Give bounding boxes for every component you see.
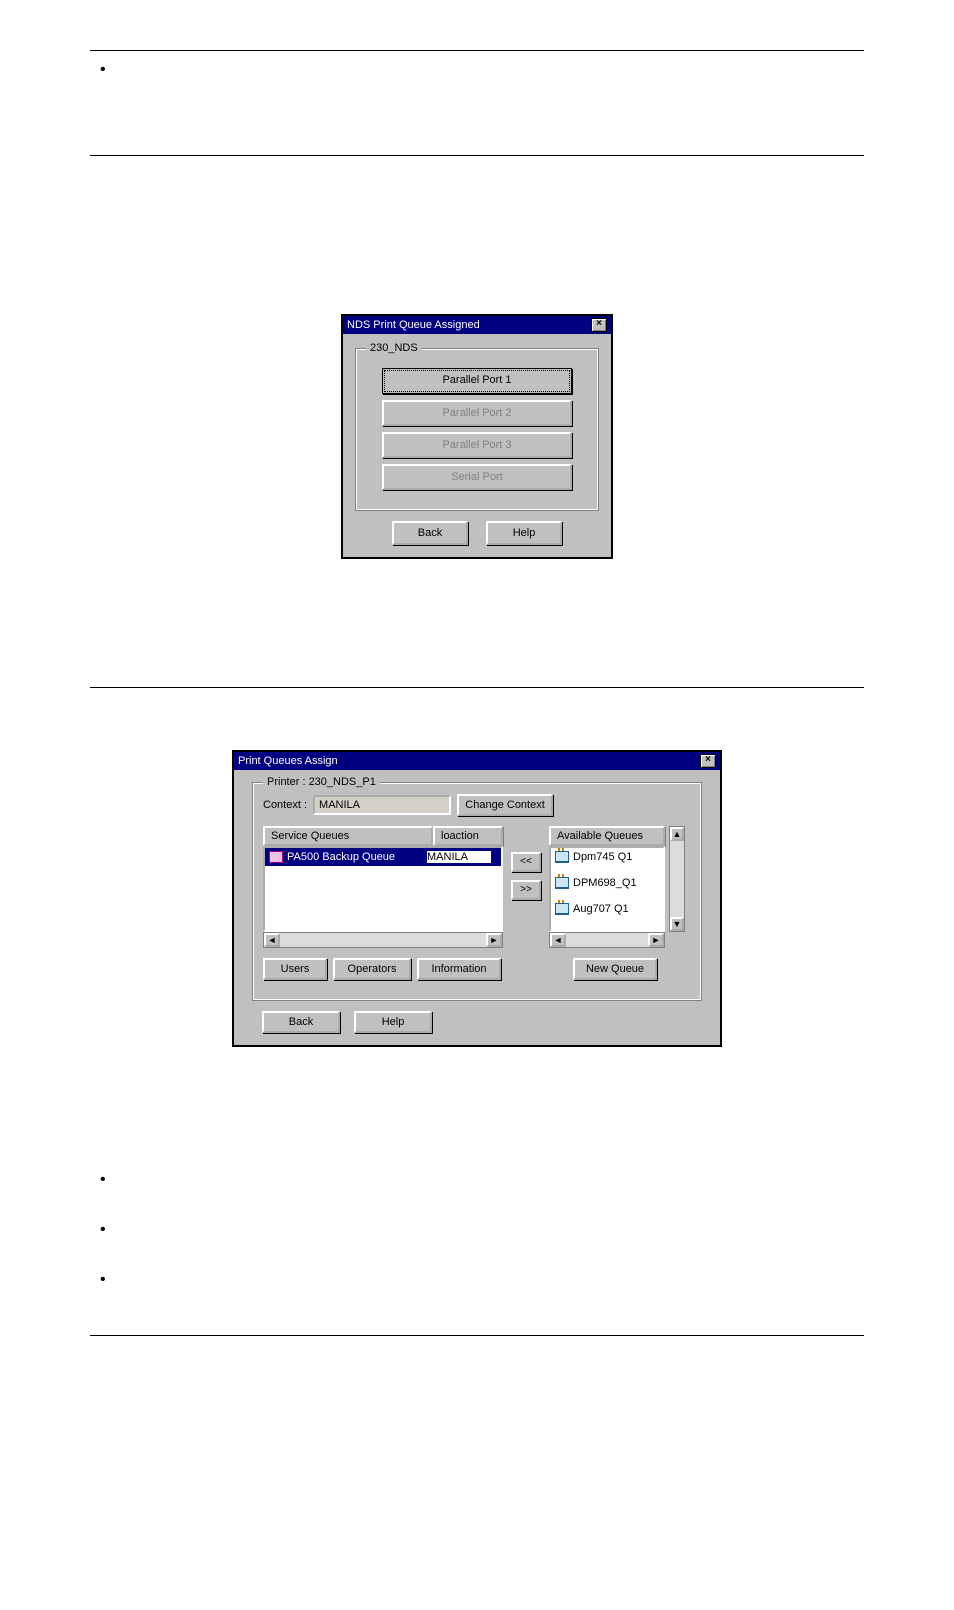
new-queue-button[interactable]: New Queue [573, 958, 657, 980]
available-queues-panel: Available Queues Dpm745 Q1 DPM698_Q1 [549, 826, 685, 948]
parallel-port-2-button: Parallel Port 2 [382, 400, 572, 426]
available-queues-header[interactable]: Available Queues [549, 826, 665, 846]
titlebar: Print Queues Assign × [234, 752, 720, 770]
move-left-button[interactable]: << [511, 852, 541, 872]
group-legend: 230_NDS [366, 342, 422, 354]
change-context-button[interactable]: Change Context [457, 794, 553, 816]
help-button[interactable]: Help [486, 521, 562, 545]
queue-icon [269, 851, 283, 863]
operators-button[interactable]: Operators [333, 958, 411, 980]
close-icon[interactable]: × [591, 318, 607, 332]
horizontal-scrollbar[interactable]: ◄ ► [263, 932, 503, 948]
parallel-port-3-button: Parallel Port 3 [382, 432, 572, 458]
scroll-left-icon[interactable]: ◄ [550, 933, 566, 947]
help-button[interactable]: Help [354, 1011, 432, 1033]
bullet-item: • [100, 1271, 864, 1289]
titlebar-text: NDS Print Queue Assigned [347, 319, 480, 331]
back-button[interactable]: Back [262, 1011, 340, 1033]
bullet-item: • [100, 1171, 864, 1189]
titlebar-text: Print Queues Assign [238, 755, 338, 767]
service-queues-list[interactable]: PA500 Backup Queue MANILA [263, 846, 503, 932]
print-queues-assign-dialog: Print Queues Assign × Printer : 230_NDS_… [232, 750, 722, 1047]
scroll-left-icon[interactable]: ◄ [264, 933, 280, 947]
queue-icon [555, 877, 569, 889]
serial-port-button: Serial Port [382, 464, 572, 490]
back-button[interactable]: Back [392, 521, 468, 545]
vertical-scrollbar[interactable]: ▲ ▼ [669, 826, 685, 932]
users-button[interactable]: Users [263, 958, 327, 980]
queue-name: Dpm745 Q1 [573, 851, 632, 863]
available-queues-list[interactable]: Dpm745 Q1 DPM698_Q1 Aug707 Q1 [549, 846, 665, 932]
information-button[interactable]: Information [417, 958, 501, 980]
printer-group: Printer : 230_NDS_P1 Context : MANILA Ch… [252, 776, 702, 1001]
list-item[interactable]: PA500 Backup Queue MANILA [265, 848, 501, 866]
port-group: 230_NDS Parallel Port 1 Parallel Port 2 … [355, 342, 599, 511]
list-item[interactable]: Dpm745 Q1 [551, 848, 663, 866]
context-field[interactable]: MANILA [313, 795, 451, 815]
scroll-right-icon[interactable]: ► [486, 933, 502, 947]
service-queues-header[interactable]: Service Queues [263, 826, 433, 846]
scroll-right-icon[interactable]: ► [648, 933, 664, 947]
list-item[interactable]: DPM698_Q1 [551, 874, 663, 892]
queue-name: Aug707 Q1 [573, 903, 629, 915]
queue-icon [555, 851, 569, 863]
parallel-port-1-button[interactable]: Parallel Port 1 [382, 368, 572, 394]
queue-name: PA500 Backup Queue [287, 851, 395, 863]
scroll-down-icon[interactable]: ▼ [670, 917, 684, 931]
queue-name: DPM698_Q1 [573, 877, 637, 889]
move-right-button[interactable]: >> [511, 880, 541, 900]
bullet-dot: • [100, 1271, 106, 1289]
bullet-dot: • [100, 1221, 106, 1239]
bullet-dot: • [100, 61, 106, 79]
titlebar: NDS Print Queue Assigned × [343, 316, 611, 334]
context-label: Context : [263, 799, 307, 811]
service-queues-panel: Service Queues loaction PA500 Backup Que… [263, 826, 503, 948]
queue-icon [555, 903, 569, 915]
bullet-item: • [100, 61, 864, 79]
scroll-up-icon[interactable]: ▲ [670, 827, 684, 841]
queue-location: MANILA [427, 851, 491, 863]
bullet-dot: • [100, 1171, 106, 1189]
close-icon[interactable]: × [700, 754, 716, 768]
group-legend: Printer : 230_NDS_P1 [263, 776, 380, 788]
list-item[interactable]: Aug707 Q1 [551, 900, 663, 918]
horizontal-scrollbar[interactable]: ◄ ► [549, 932, 665, 948]
location-header[interactable]: loaction [433, 826, 503, 846]
nds-print-queue-assigned-dialog: NDS Print Queue Assigned × 230_NDS Paral… [341, 314, 613, 559]
bullet-item: • [100, 1221, 864, 1239]
